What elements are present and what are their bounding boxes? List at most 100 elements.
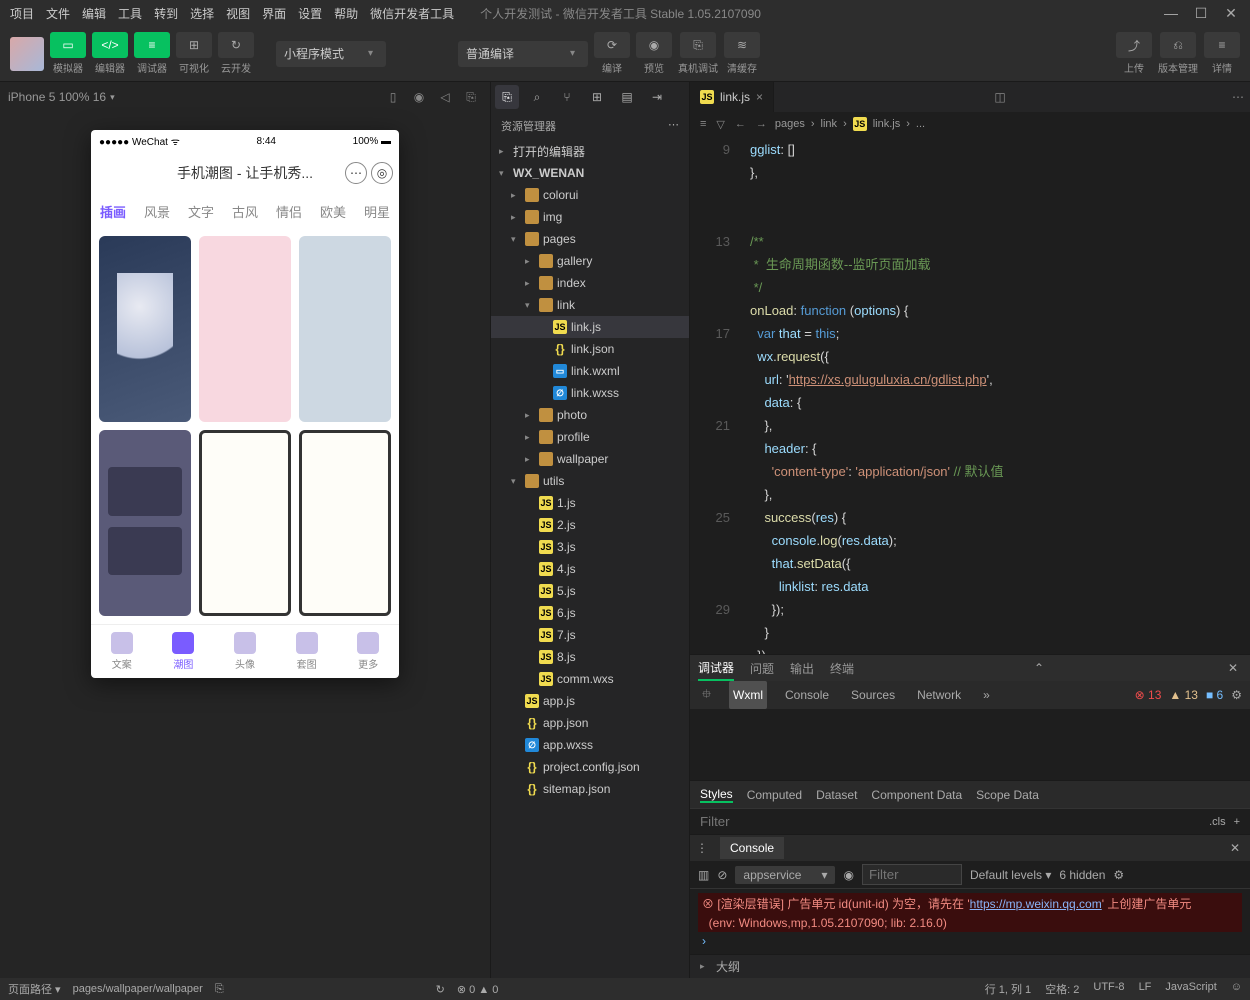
language-mode[interactable]: JavaScript [1165, 981, 1216, 997]
add-style-icon[interactable]: + [1234, 816, 1240, 828]
debugger-toggle[interactable]: ≡ [134, 32, 170, 58]
menu-project[interactable]: 项目 [4, 5, 40, 22]
editor-tab-linkjs[interactable]: JSlink.js× [690, 82, 774, 112]
page-route-label[interactable]: 页面路径 ▾ [8, 981, 61, 997]
tab-scenery[interactable]: 风景 [144, 202, 170, 221]
tree-file[interactable]: JS8.js [491, 646, 689, 668]
nav-back-icon[interactable]: ← [733, 118, 748, 130]
upload-button[interactable]: ⤴ [1116, 32, 1152, 58]
devtools-tab-wxml[interactable]: Wxml [729, 681, 767, 709]
compile-button[interactable]: ⟳ [594, 32, 630, 58]
devtools-tab-network[interactable]: Network [913, 681, 965, 709]
tree-folder-img[interactable]: ▸img [491, 206, 689, 228]
menu-settings[interactable]: 设置 [292, 5, 328, 22]
devtools-more-icon[interactable]: » [979, 681, 994, 709]
explorer-tab-plugin[interactable]: ⇥ [645, 85, 669, 109]
component-data-tab[interactable]: Component Data [871, 788, 962, 802]
error-count[interactable]: ⊗ 13 [1135, 688, 1162, 702]
tab-couple[interactable]: 情侣 [276, 202, 302, 221]
devtools-tab-console[interactable]: Console [781, 681, 833, 709]
record-icon[interactable]: ◉ [408, 90, 430, 104]
panel-close-icon[interactable]: ✕ [1224, 661, 1242, 675]
dbg-tab-output[interactable]: 输出 [790, 655, 814, 681]
close-tab-icon[interactable]: × [756, 90, 763, 104]
error-link[interactable]: https://mp.weixin.qq.com [970, 897, 1102, 911]
menu-help[interactable]: 帮助 [328, 5, 364, 22]
tabbar-wallpaper[interactable]: 潮图 [172, 632, 194, 671]
tree-folder-utils[interactable]: ▾utils [491, 470, 689, 492]
menu-file[interactable]: 文件 [40, 5, 76, 22]
tree-file[interactable]: JS4.js [491, 558, 689, 580]
tree-file-linkwxml[interactable]: ▭link.wxml [491, 360, 689, 382]
tree-file[interactable]: JS3.js [491, 536, 689, 558]
menu-tools[interactable]: 工具 [112, 5, 148, 22]
split-editor-icon[interactable]: ◫ [988, 90, 1011, 104]
console-filter-input[interactable] [862, 864, 962, 885]
status-errors[interactable]: ⊗ 0 ▲ 0 [457, 983, 499, 996]
menu-wechat-devtools[interactable]: 微信开发者工具 [364, 5, 460, 22]
menu-goto[interactable]: 转到 [148, 5, 184, 22]
eol[interactable]: LF [1139, 981, 1152, 997]
editor-toggle[interactable]: </> [92, 32, 128, 58]
tree-project-root[interactable]: ▾WX_WENAN [491, 162, 689, 184]
page-route[interactable]: pages/wallpaper/wallpaper [73, 983, 203, 995]
tree-file[interactable]: JS5.js [491, 580, 689, 602]
console-menu-icon[interactable]: ⋮ [690, 841, 714, 855]
minimize-button[interactable]: — [1156, 5, 1186, 21]
cursor-position[interactable]: 行 1, 列 1 [985, 981, 1031, 997]
visualize-button[interactable]: ⊞ [176, 32, 212, 58]
styles-tab[interactable]: Styles [700, 787, 733, 803]
bookmark-icon[interactable]: ▽ [714, 118, 726, 131]
levels-select[interactable]: Default levels ▾ [970, 868, 1051, 882]
dbg-tab-problems[interactable]: 问题 [750, 655, 774, 681]
scope-data-tab[interactable]: Scope Data [976, 788, 1039, 802]
dbg-tab-debugger[interactable]: 调试器 [698, 655, 734, 681]
details-button[interactable]: ≡ [1204, 32, 1240, 58]
menu-select[interactable]: 选择 [184, 5, 220, 22]
wallpaper-tile[interactable] [299, 430, 391, 616]
tree-file-linkjson[interactable]: {}link.json [491, 338, 689, 360]
explorer-tab-branch[interactable]: ⑂ [555, 85, 579, 109]
outline-bar[interactable]: ▸大纲 [690, 954, 1250, 978]
console-close-icon[interactable]: ✕ [1220, 841, 1250, 855]
user-avatar[interactable] [10, 37, 44, 71]
clear-cache-button[interactable]: ≋ [724, 32, 760, 58]
explorer-tab-files[interactable]: ⎘ [495, 85, 519, 109]
inspect-icon[interactable]: ⯐ [698, 681, 715, 709]
console-sidebar-icon[interactable]: ▥ [698, 868, 709, 882]
tree-file-linkjs[interactable]: JSlink.js [491, 316, 689, 338]
feedback-icon[interactable]: ☺ [1231, 981, 1242, 997]
tabbar-avatar[interactable]: 头像 [234, 632, 256, 671]
tree-file[interactable]: JS6.js [491, 602, 689, 624]
console-tab[interactable]: Console [720, 837, 784, 859]
wallpaper-tile[interactable] [199, 430, 291, 616]
explorer-more-icon[interactable]: ⋯ [668, 118, 679, 134]
tab-text[interactable]: 文字 [188, 202, 214, 221]
dbg-tab-terminal[interactable]: 终端 [830, 655, 854, 681]
sync-icon[interactable]: ↻ [436, 983, 445, 996]
cut-icon[interactable]: ⎘ [460, 90, 482, 105]
compile-mode-select[interactable]: 普通编译▾ [458, 41, 588, 67]
computed-tab[interactable]: Computed [747, 788, 802, 802]
console-clear-icon[interactable]: ⊘ [717, 868, 727, 882]
tab-illustration[interactable]: 插画 [100, 202, 126, 221]
indent-setting[interactable]: 空格: 2 [1045, 981, 1079, 997]
tab-ancient[interactable]: 古风 [232, 202, 258, 221]
phone-simulator[interactable]: ●●●●● WeChat ᯤ 8:44 100% ▬ 手机潮图 - 让手机秀..… [91, 130, 399, 678]
toggle-sidebar-icon[interactable]: ≡ [698, 118, 708, 130]
context-select[interactable]: appservice▾ [735, 866, 835, 884]
info-count[interactable]: ■ 6 [1206, 688, 1223, 702]
copy-route-icon[interactable]: ⎘ [215, 983, 224, 996]
tree-file-appjs[interactable]: JSapp.js [491, 690, 689, 712]
tree-file[interactable]: JS7.js [491, 624, 689, 646]
tabbar-set[interactable]: 套图 [296, 632, 318, 671]
tree-file-linkwxss[interactable]: ∅link.wxss [491, 382, 689, 404]
wallpaper-tile[interactable] [299, 236, 391, 422]
close-button[interactable]: ✕ [1216, 5, 1246, 22]
explorer-tab-db[interactable]: ▤ [615, 85, 639, 109]
capsule-close[interactable]: ◎ [371, 162, 393, 184]
remote-debug-button[interactable]: ⎘ [680, 32, 716, 58]
tree-opened-editors[interactable]: ▸打开的编辑器 [491, 140, 689, 162]
simulator-toggle[interactable]: ▭ [50, 32, 86, 58]
device-label[interactable]: iPhone 5 100% 16 [8, 90, 106, 104]
